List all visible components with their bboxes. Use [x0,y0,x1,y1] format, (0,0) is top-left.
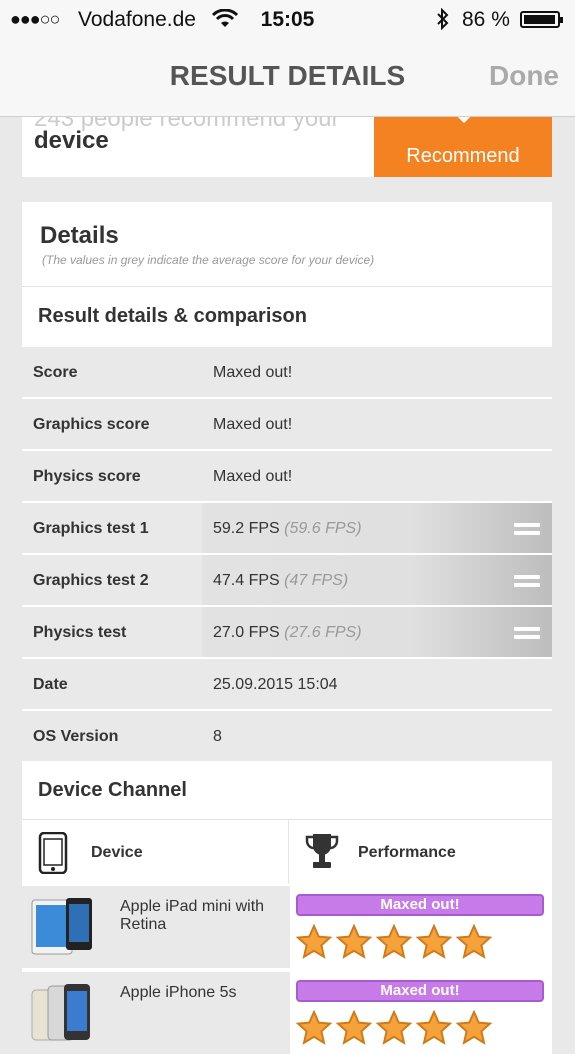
result-row-physics-score: Physics score Maxed out! [22,451,552,501]
battery-icon [520,11,563,28]
row-label: Graphics score [33,416,150,433]
result-row-physics-test[interactable]: Physics test 27.0 FPS (27.6 FPS) [22,607,552,657]
device-channel-header: Device Channel [22,763,552,819]
row-label: Score [33,364,78,381]
result-table: Score Maxed out! Graphics score Maxed ou… [22,347,552,763]
row-label: Date [33,676,68,693]
row-value: Maxed out! [213,364,293,381]
bluetooth-icon [436,7,450,36]
column-performance-label: Performance [358,844,456,861]
row-label: Physics test [33,624,127,641]
performance-bar: Maxed out! [296,894,544,916]
row-average: (27.6 FPS) [284,624,362,641]
device-row[interactable]: Apple iPhone 5s Maxed out! [20,972,552,1054]
ipad-thumbnail-icon [30,896,94,961]
details-panel: Details (The values in grey indicate the… [20,202,552,1054]
result-row-graphics-test-1[interactable]: Graphics test 1 59.2 FPS (59.6 FPS) [22,503,552,553]
star-icon [375,923,413,959]
trophy-icon [305,832,339,879]
row-value: 27.0 FPS [213,624,280,641]
row-value: Maxed out! [213,468,293,485]
row-average: (47 FPS) [284,572,349,589]
row-value: 25.09.2015 15:04 [213,676,338,693]
done-button[interactable]: Done [489,60,559,92]
row-average: (59.6 FPS) [284,520,362,537]
performance-bar: Maxed out! [296,980,544,1002]
star-icon [415,1009,453,1045]
status-bar: ●●●○○ Vodafone.de 15:05 86 % [0,0,575,40]
device-name: Apple iPad mini with Retina [120,898,265,933]
comparison-header: Result details & comparison [22,286,552,345]
star-rating [295,1009,496,1050]
row-value: 8 [213,728,222,745]
equal-icon [514,627,540,641]
star-icon [415,923,453,959]
phone-icon [38,831,68,879]
result-row-date: Date 25.09.2015 15:04 [22,659,552,709]
star-icon [295,923,333,959]
row-label: Graphics test 1 [33,520,149,537]
result-row-score: Score Maxed out! [22,347,552,397]
comparison-title: Result details & comparison [38,305,307,327]
device-row[interactable]: Apple iPad mini with Retina Maxed out! [20,886,552,968]
row-label: Graphics test 2 [33,572,149,589]
row-value: 47.4 FPS [213,572,280,589]
row-label: Physics score [33,468,141,485]
star-icon [375,1009,413,1045]
star-rating [295,923,496,964]
star-icon [295,1009,333,1045]
star-icon [455,1009,493,1045]
recommend-device-text: device [34,127,109,154]
battery-percent: 86 % [462,8,510,31]
star-icon [335,1009,373,1045]
device-channel-title: Device Channel [38,779,187,801]
column-device-label: Device [91,844,143,861]
result-row-os-version: OS Version 8 [22,711,552,761]
device-name: Apple iPhone 5s [120,984,237,1001]
details-subtitle: (The values in grey indicate the average… [42,253,375,267]
navigation-bar: RESULT DETAILS Done [0,40,575,117]
iphone-thumbnail-icon [30,982,94,1047]
row-value: 59.2 FPS [213,520,280,537]
result-row-graphics-score: Graphics score Maxed out! [22,399,552,449]
recommend-button-label: Recommend [406,145,520,167]
star-icon [335,923,373,959]
star-icon [455,923,493,959]
details-title: Details [40,222,119,249]
row-value: Maxed out! [213,416,293,433]
equal-icon [514,575,540,589]
channel-column-header: Device Performance [22,819,552,884]
row-label: OS Version [33,728,119,745]
equal-icon [514,523,540,537]
result-row-graphics-test-2[interactable]: Graphics test 2 47.4 FPS (47 FPS) [22,555,552,605]
